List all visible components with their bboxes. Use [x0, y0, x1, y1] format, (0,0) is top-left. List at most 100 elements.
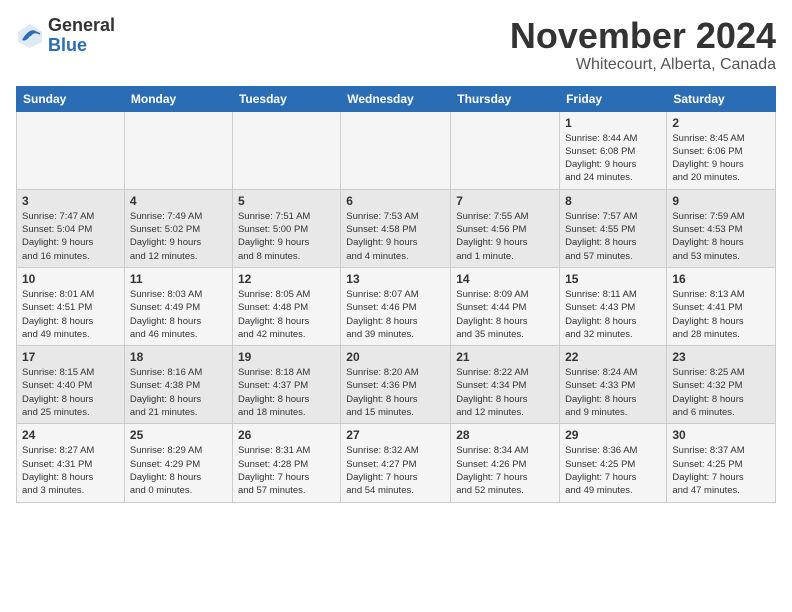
- cell-week4-day3: 27 Sunrise: 8:32 AM Sunset: 4:27 PM Dayli…: [341, 424, 451, 502]
- day-info: Sunrise: 8:22 AM Sunset: 4:34 PM Dayligh…: [456, 366, 554, 419]
- cell-week2-day5: 15 Sunrise: 8:11 AM Sunset: 4:43 PM Dayli…: [560, 267, 667, 345]
- day-info: Sunrise: 8:11 AM Sunset: 4:43 PM Dayligh…: [565, 288, 661, 341]
- day-number: 18: [130, 350, 227, 364]
- header-tuesday: Tuesday: [232, 86, 340, 111]
- cell-week1-day2: 5Sunrise: 7:51 AM Sunset: 5:00 PM Daylig…: [232, 189, 340, 267]
- day-number: 30: [672, 428, 770, 442]
- day-number: 19: [238, 350, 335, 364]
- cell-week3-day4: 21 Sunrise: 8:22 AM Sunset: 4:34 PM Dayli…: [451, 346, 560, 424]
- cell-week3-day5: 22 Sunrise: 8:24 AM Sunset: 4:33 PM Dayli…: [560, 346, 667, 424]
- day-number: 14: [456, 272, 554, 286]
- day-number: 27: [346, 428, 445, 442]
- cell-week1-day5: 8 Sunrise: 7:57 AM Sunset: 4:55 PM Daylig…: [560, 189, 667, 267]
- cell-week3-day3: 20 Sunrise: 8:20 AM Sunset: 4:36 PM Dayli…: [341, 346, 451, 424]
- day-info: Sunrise: 8:07 AM Sunset: 4:46 PM Dayligh…: [346, 288, 445, 341]
- location-title: Whitecourt, Alberta, Canada: [510, 56, 776, 74]
- day-number: 10: [22, 272, 119, 286]
- day-number: 25: [130, 428, 227, 442]
- day-number: 24: [22, 428, 119, 442]
- day-info: Sunrise: 8:31 AM Sunset: 4:28 PM Dayligh…: [238, 444, 335, 497]
- cell-week2-day0: 10 Sunrise: 8:01 AM Sunset: 4:51 PM Dayli…: [17, 267, 125, 345]
- calendar-table: Sunday Monday Tuesday Wednesday Thursday…: [16, 86, 776, 503]
- cell-week4-day2: 26 Sunrise: 8:31 AM Sunset: 4:28 PM Dayli…: [232, 424, 340, 502]
- day-number: 17: [22, 350, 119, 364]
- day-info: Sunrise: 7:49 AM Sunset: 5:02 PM Dayligh…: [130, 210, 227, 263]
- week-row-3: 17 Sunrise: 8:15 AM Sunset: 4:40 PM Dayli…: [17, 346, 776, 424]
- day-info: Sunrise: 8:45 AM Sunset: 6:06 PM Dayligh…: [672, 132, 770, 185]
- header-thursday: Thursday: [451, 86, 560, 111]
- day-info: Sunrise: 7:59 AM Sunset: 4:53 PM Dayligh…: [672, 210, 770, 263]
- cell-week1-day0: 3Sunrise: 7:47 AM Sunset: 5:04 PM Daylig…: [17, 189, 125, 267]
- day-info: Sunrise: 8:15 AM Sunset: 4:40 PM Dayligh…: [22, 366, 119, 419]
- day-number: 4: [130, 194, 227, 208]
- week-row-0: 1Sunrise: 8:44 AM Sunset: 6:08 PM Daylig…: [17, 111, 776, 189]
- cell-week0-day3: [341, 111, 451, 189]
- week-row-4: 24 Sunrise: 8:27 AM Sunset: 4:31 PM Dayli…: [17, 424, 776, 502]
- logo-icon: [16, 22, 44, 50]
- logo-general-text: General: [48, 16, 115, 36]
- cell-week4-day6: 30Sunrise: 8:37 AM Sunset: 4:25 PM Dayli…: [667, 424, 776, 502]
- cell-week0-day2: [232, 111, 340, 189]
- cell-week2-day1: 11 Sunrise: 8:03 AM Sunset: 4:49 PM Dayli…: [124, 267, 232, 345]
- day-number: 2: [672, 116, 770, 130]
- day-info: Sunrise: 7:47 AM Sunset: 5:04 PM Dayligh…: [22, 210, 119, 263]
- day-info: Sunrise: 8:16 AM Sunset: 4:38 PM Dayligh…: [130, 366, 227, 419]
- day-number: 15: [565, 272, 661, 286]
- cell-week2-day6: 16Sunrise: 8:13 AM Sunset: 4:41 PM Dayli…: [667, 267, 776, 345]
- header-saturday: Saturday: [667, 86, 776, 111]
- day-info: Sunrise: 8:18 AM Sunset: 4:37 PM Dayligh…: [238, 366, 335, 419]
- day-info: Sunrise: 8:24 AM Sunset: 4:33 PM Dayligh…: [565, 366, 661, 419]
- cell-week1-day4: 7Sunrise: 7:55 AM Sunset: 4:56 PM Daylig…: [451, 189, 560, 267]
- header: General Blue November 2024 Whitecourt, A…: [16, 16, 776, 74]
- day-info: Sunrise: 7:57 AM Sunset: 4:55 PM Dayligh…: [565, 210, 661, 263]
- day-number: 21: [456, 350, 554, 364]
- header-friday: Friday: [560, 86, 667, 111]
- cell-week2-day2: 12Sunrise: 8:05 AM Sunset: 4:48 PM Dayli…: [232, 267, 340, 345]
- day-info: Sunrise: 8:29 AM Sunset: 4:29 PM Dayligh…: [130, 444, 227, 497]
- cell-week1-day6: 9 Sunrise: 7:59 AM Sunset: 4:53 PM Daylig…: [667, 189, 776, 267]
- week-row-1: 3Sunrise: 7:47 AM Sunset: 5:04 PM Daylig…: [17, 189, 776, 267]
- day-info: Sunrise: 8:09 AM Sunset: 4:44 PM Dayligh…: [456, 288, 554, 341]
- day-number: 20: [346, 350, 445, 364]
- day-info: Sunrise: 7:55 AM Sunset: 4:56 PM Dayligh…: [456, 210, 554, 263]
- day-number: 11: [130, 272, 227, 286]
- day-number: 8: [565, 194, 661, 208]
- header-wednesday: Wednesday: [341, 86, 451, 111]
- day-info: Sunrise: 8:32 AM Sunset: 4:27 PM Dayligh…: [346, 444, 445, 497]
- cell-week4-day5: 29Sunrise: 8:36 AM Sunset: 4:25 PM Dayli…: [560, 424, 667, 502]
- day-number: 22: [565, 350, 661, 364]
- day-number: 16: [672, 272, 770, 286]
- day-number: 26: [238, 428, 335, 442]
- page-container: General Blue November 2024 Whitecourt, A…: [0, 0, 792, 511]
- cell-week3-day1: 18 Sunrise: 8:16 AM Sunset: 4:38 PM Dayli…: [124, 346, 232, 424]
- cell-week2-day3: 13 Sunrise: 8:07 AM Sunset: 4:46 PM Dayli…: [341, 267, 451, 345]
- cell-week1-day3: 6Sunrise: 7:53 AM Sunset: 4:58 PM Daylig…: [341, 189, 451, 267]
- cell-week3-day0: 17 Sunrise: 8:15 AM Sunset: 4:40 PM Dayli…: [17, 346, 125, 424]
- cell-week4-day4: 28Sunrise: 8:34 AM Sunset: 4:26 PM Dayli…: [451, 424, 560, 502]
- day-info: Sunrise: 8:01 AM Sunset: 4:51 PM Dayligh…: [22, 288, 119, 341]
- cell-week0-day5: 1Sunrise: 8:44 AM Sunset: 6:08 PM Daylig…: [560, 111, 667, 189]
- day-info: Sunrise: 8:25 AM Sunset: 4:32 PM Dayligh…: [672, 366, 770, 419]
- logo: General Blue: [16, 16, 115, 56]
- day-number: 1: [565, 116, 661, 130]
- day-number: 23: [672, 350, 770, 364]
- month-title: November 2024: [510, 16, 776, 56]
- cell-week0-day1: [124, 111, 232, 189]
- logo-blue-text: Blue: [48, 36, 115, 56]
- day-number: 13: [346, 272, 445, 286]
- day-info: Sunrise: 8:05 AM Sunset: 4:48 PM Dayligh…: [238, 288, 335, 341]
- day-info: Sunrise: 8:03 AM Sunset: 4:49 PM Dayligh…: [130, 288, 227, 341]
- cell-week3-day2: 19 Sunrise: 8:18 AM Sunset: 4:37 PM Dayli…: [232, 346, 340, 424]
- day-info: Sunrise: 8:34 AM Sunset: 4:26 PM Dayligh…: [456, 444, 554, 497]
- cell-week0-day6: 2 Sunrise: 8:45 AM Sunset: 6:06 PM Daylig…: [667, 111, 776, 189]
- day-number: 5: [238, 194, 335, 208]
- day-info: Sunrise: 8:27 AM Sunset: 4:31 PM Dayligh…: [22, 444, 119, 497]
- cell-week1-day1: 4 Sunrise: 7:49 AM Sunset: 5:02 PM Daylig…: [124, 189, 232, 267]
- title-block: November 2024 Whitecourt, Alberta, Canad…: [510, 16, 776, 74]
- day-number: 9: [672, 194, 770, 208]
- cell-week2-day4: 14 Sunrise: 8:09 AM Sunset: 4:44 PM Dayli…: [451, 267, 560, 345]
- week-row-2: 10 Sunrise: 8:01 AM Sunset: 4:51 PM Dayli…: [17, 267, 776, 345]
- cell-week0-day4: [451, 111, 560, 189]
- header-monday: Monday: [124, 86, 232, 111]
- day-info: Sunrise: 8:20 AM Sunset: 4:36 PM Dayligh…: [346, 366, 445, 419]
